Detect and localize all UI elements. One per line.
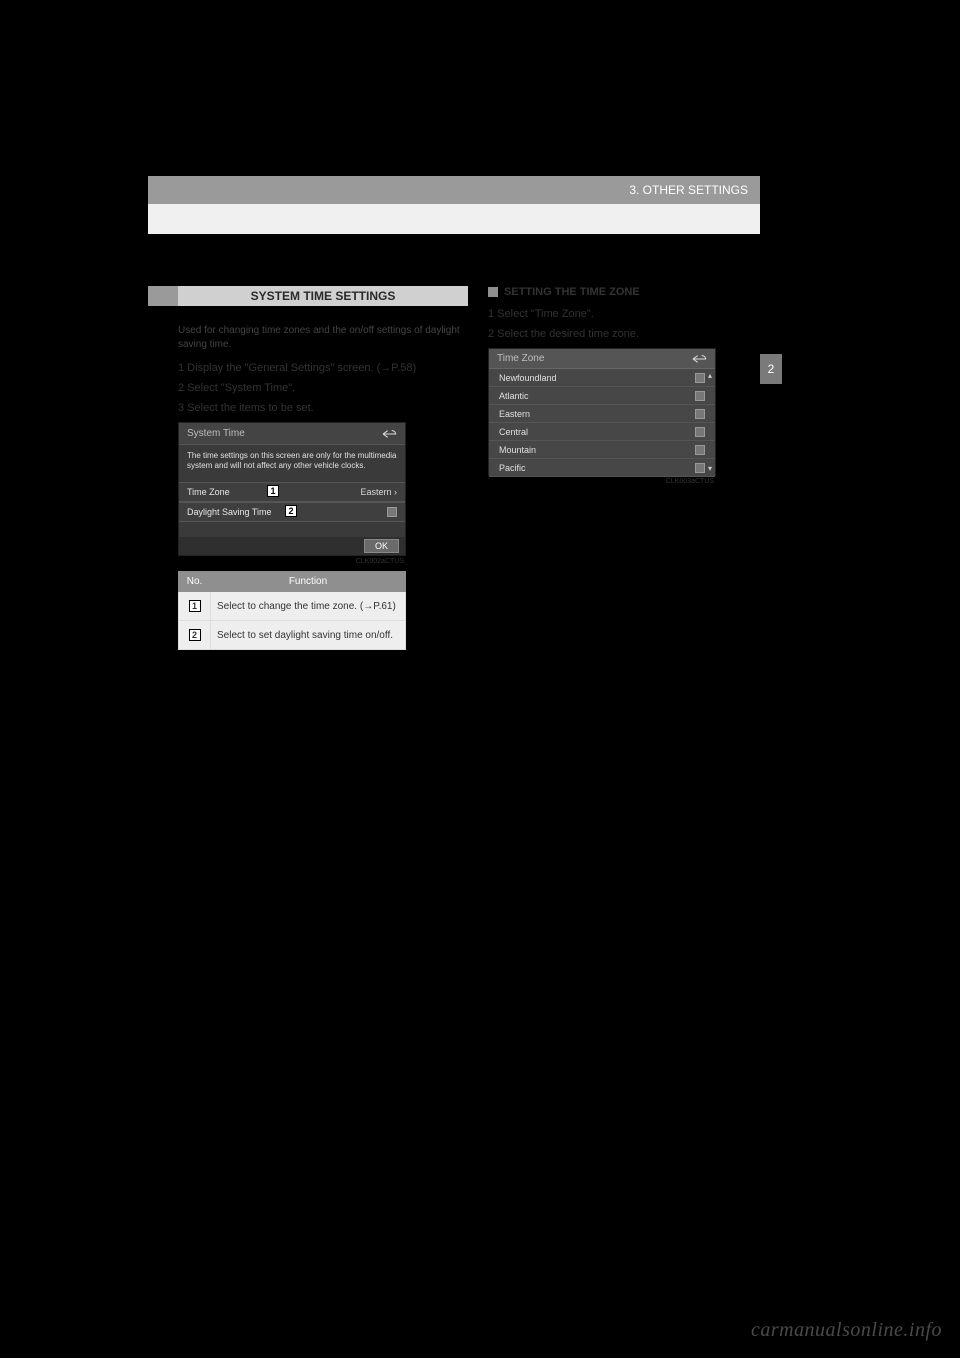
screen1-note: The time settings on this screen are onl… — [179, 445, 405, 482]
screen1-footer: OK — [179, 537, 405, 555]
content-area: SYSTEM TIME SETTINGS Used for changing t… — [148, 234, 760, 1058]
table-row: 1 Select to change the time zone. (→P.61… — [179, 592, 406, 621]
row1-function: Select to change the time zone. (→P.61) — [211, 592, 406, 621]
header-bar: 3. OTHER SETTINGS — [148, 176, 760, 204]
tz-option-label: Central — [499, 427, 528, 437]
subtopic-title: SETTING THE TIME ZONE — [504, 286, 640, 298]
screen1-titlebar: System Time — [179, 423, 405, 445]
tz-option-label: Newfoundland — [499, 373, 557, 383]
radio-icon[interactable] — [695, 391, 705, 401]
tz-option-row[interactable]: Central — [489, 423, 715, 441]
tz-option-row[interactable]: Mountain — [489, 441, 715, 459]
radio-icon[interactable] — [695, 409, 705, 419]
table-header-function: Function — [211, 572, 406, 592]
screen2-title-text: Time Zone — [497, 353, 544, 364]
tz-option-row[interactable]: Newfoundland — [489, 369, 715, 387]
screen2-image-label: CLK003aCTUS — [488, 478, 716, 485]
step-2: 2 Select "System Time". — [178, 382, 468, 394]
back-icon[interactable] — [381, 429, 397, 439]
tz-option-row[interactable]: Eastern — [489, 405, 715, 423]
right-step-2: 2 Select the desired time zone. — [488, 328, 740, 340]
right-column: SETTING THE TIME ZONE 1 Select "Time Zon… — [488, 286, 740, 491]
intro-notice: Used for changing time zones and the on/… — [178, 324, 468, 352]
tz-option-label: Atlantic — [499, 391, 529, 401]
radio-icon[interactable] — [695, 427, 705, 437]
system-time-screenshot: System Time The time settings on this sc… — [178, 422, 406, 556]
daylight-saving-label: Daylight Saving Time — [187, 507, 272, 517]
scroll-up-icon[interactable]: ▴ — [707, 371, 713, 380]
scroll-down-icon[interactable]: ▾ — [707, 464, 713, 473]
time-zone-row[interactable]: Time Zone Eastern › — [179, 482, 405, 502]
row2-function: Select to set daylight saving time on/of… — [211, 621, 406, 650]
radio-icon[interactable] — [695, 373, 705, 383]
breadcrumb-text: 3. OTHER SETTINGS — [629, 183, 748, 197]
daylight-check-icon[interactable] — [387, 507, 397, 517]
square-bullet-icon — [488, 287, 498, 297]
section-title: SYSTEM TIME SETTINGS — [251, 289, 396, 303]
step-3: 3 Select the items to be set. — [178, 402, 468, 414]
row2-number: 2 — [189, 629, 201, 641]
time-zone-label: Time Zone — [187, 487, 230, 497]
right-step-1: 1 Select "Time Zone". — [488, 308, 740, 320]
subtopic-heading: SETTING THE TIME ZONE — [488, 286, 740, 298]
time-zone-value: Eastern › — [360, 487, 397, 497]
tz-option-label: Eastern — [499, 409, 530, 419]
left-column: SYSTEM TIME SETTINGS Used for changing t… — [178, 286, 468, 650]
chapter-tab: 2 — [760, 354, 782, 384]
radio-icon[interactable] — [695, 445, 705, 455]
tz-option-label: Mountain — [499, 445, 536, 455]
tz-option-row[interactable]: Pacific — [489, 459, 715, 477]
watermark-text: carmanualsonline.info — [751, 1319, 942, 1342]
screen2-titlebar: Time Zone — [489, 349, 715, 369]
table-row: 2 Select to set daylight saving time on/… — [179, 621, 406, 650]
table-header-no: No. — [179, 572, 211, 592]
back-icon[interactable] — [691, 354, 707, 364]
section-title-bar: SYSTEM TIME SETTINGS — [178, 286, 468, 306]
radio-icon[interactable] — [695, 463, 705, 473]
tz-option-label: Pacific — [499, 463, 526, 473]
callout-marker-2: 2 — [285, 505, 297, 517]
row1-number: 1 — [189, 600, 201, 612]
subheader-strip — [148, 204, 760, 234]
tz-option-row[interactable]: Atlantic — [489, 387, 715, 405]
ok-button[interactable]: OK — [364, 539, 399, 553]
screen1-image-label: CLK002aCTUS — [178, 558, 406, 565]
callout-marker-1: 1 — [267, 485, 279, 497]
manual-page: 3. OTHER SETTINGS SYSTEM TIME SETTINGS U… — [148, 176, 760, 1058]
screen1-title-text: System Time — [187, 428, 245, 439]
step-1: 1 Display the "General Settings" screen.… — [178, 362, 468, 374]
time-zone-screenshot: Time Zone Newfoundland Atlantic — [488, 348, 716, 476]
function-table: No. Function 1 Select to change the time… — [178, 571, 406, 650]
